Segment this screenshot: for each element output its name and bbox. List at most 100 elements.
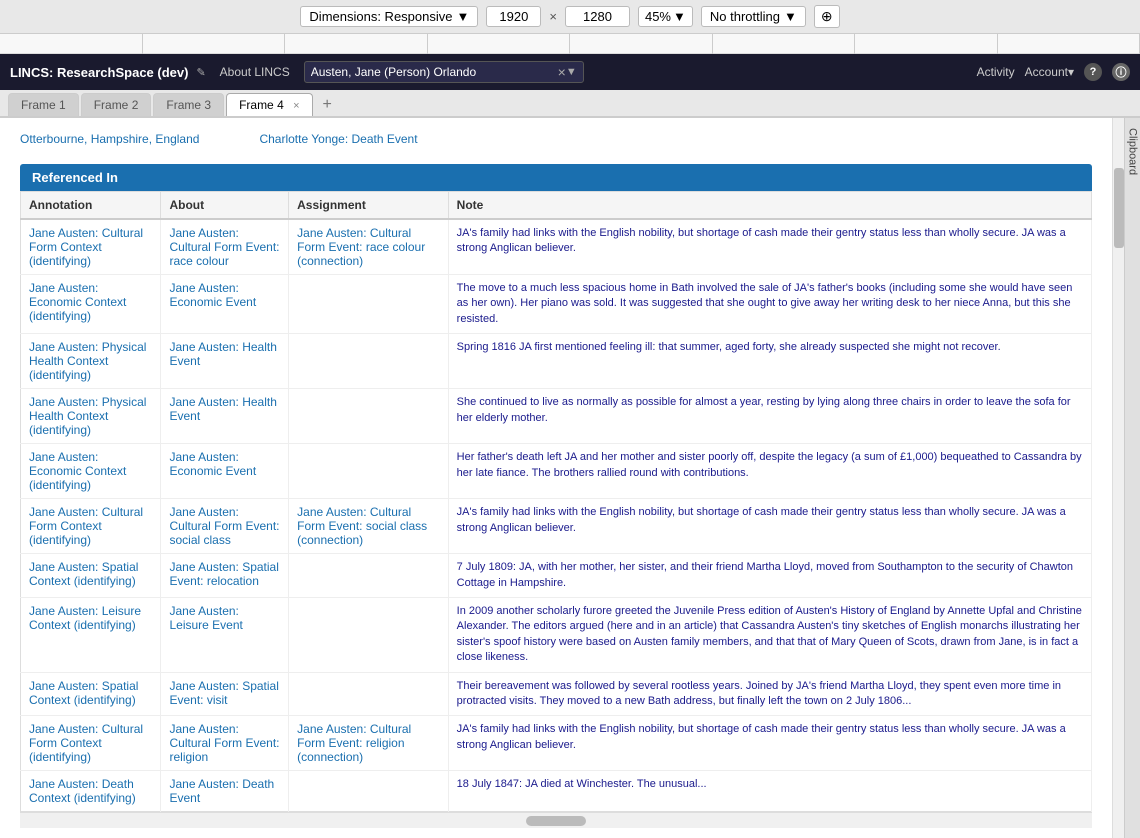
cell-link-annotation[interactable]: Jane Austen: Death Context (identifying)	[29, 777, 136, 805]
col-note: Note	[448, 192, 1091, 220]
main-content: Otterbourne, Hampshire, England Charlott…	[0, 118, 1140, 838]
cell-about: Jane Austen: Cultural Form Event: religi…	[161, 716, 289, 771]
table-row: Jane Austen: Leisure Context (identifyin…	[21, 597, 1092, 672]
width-input[interactable]	[486, 6, 541, 27]
tab-frame4[interactable]: Frame 4 ×	[226, 93, 312, 116]
tab-frame3[interactable]: Frame 3	[153, 93, 224, 116]
bottom-scrollbar[interactable]	[20, 812, 1092, 828]
dimensions-button[interactable]: Dimensions: Responsive ▼	[300, 6, 478, 27]
edit-icon[interactable]: ✎	[196, 66, 205, 79]
cell-note: Their bereavement was followed by severa…	[448, 672, 1091, 716]
cell-link-about[interactable]: Jane Austen: Leisure Event	[169, 604, 242, 632]
search-dropdown-icon[interactable]: ▼	[566, 66, 577, 78]
cell-note: Spring 1816 JA first mentioned feeling i…	[448, 334, 1091, 389]
cell-link-annotation[interactable]: Jane Austen: Spatial Context (identifyin…	[29, 560, 138, 588]
ruler-segment	[143, 34, 286, 54]
cell-annotation: Jane Austen: Leisure Context (identifyin…	[21, 597, 161, 672]
cell-assignment	[289, 444, 449, 499]
rotate-button[interactable]: ⊕	[814, 5, 840, 28]
add-tab-button[interactable]: +	[315, 94, 340, 116]
cell-link-about[interactable]: Jane Austen: Economic Event	[169, 450, 256, 478]
help-button[interactable]: ?	[1084, 63, 1102, 81]
cell-link-annotation[interactable]: Jane Austen: Physical Health Context (id…	[29, 340, 146, 382]
cell-note: 7 July 1809: JA, with her mother, her si…	[448, 554, 1091, 598]
table-row: Jane Austen: Cultural Form Context (iden…	[21, 499, 1092, 554]
right-scrollbar[interactable]	[1112, 118, 1124, 838]
cell-link-about[interactable]: Jane Austen: Health Event	[169, 340, 276, 368]
tab-frame1[interactable]: Frame 1	[8, 93, 79, 116]
table-row: Jane Austen: Cultural Form Context (iden…	[21, 219, 1092, 275]
cell-assignment	[289, 275, 449, 334]
referenced-in-table: Annotation About Assignment Note Jane Au…	[20, 191, 1092, 812]
cell-link-annotation[interactable]: Jane Austen: Spatial Context (identifyin…	[29, 679, 138, 707]
cell-link-about[interactable]: Jane Austen: Death Event	[169, 777, 274, 805]
cell-about: Jane Austen: Leisure Event	[161, 597, 289, 672]
zoom-arrow: ▼	[673, 9, 686, 24]
cross-icon: ×	[549, 9, 557, 24]
referenced-in-header: Referenced In	[20, 164, 1092, 191]
activity-button[interactable]: Activity	[977, 65, 1015, 79]
cell-link-assignment[interactable]: Jane Austen: Cultural Form Event: religi…	[297, 722, 411, 764]
location-link-2[interactable]: Charlotte Yonge: Death Event	[259, 132, 417, 146]
cell-annotation: Jane Austen: Physical Health Context (id…	[21, 389, 161, 444]
cell-link-about[interactable]: Jane Austen: Cultural Form Event: religi…	[169, 722, 279, 764]
top-toolbar: Dimensions: Responsive ▼ × 45% ▼ No thro…	[0, 0, 1140, 34]
cell-link-assignment[interactable]: Jane Austen: Cultural Form Event: social…	[297, 505, 427, 547]
tab-frame1-label: Frame 1	[21, 98, 66, 112]
cell-annotation: Jane Austen: Economic Context (identifyi…	[21, 444, 161, 499]
tab-frame2[interactable]: Frame 2	[81, 93, 152, 116]
cell-link-assignment[interactable]: Jane Austen: Cultural Form Event: race c…	[297, 226, 425, 268]
info-button[interactable]: ⓘ	[1112, 63, 1130, 81]
table-row: Jane Austen: Physical Health Context (id…	[21, 334, 1092, 389]
cell-link-about[interactable]: Jane Austen: Cultural Form Event: race c…	[169, 226, 279, 268]
nav-right: Activity Account▾ ? ⓘ	[977, 63, 1130, 81]
cell-note: The move to a much less spacious home in…	[448, 275, 1091, 334]
cell-link-annotation[interactable]: Jane Austen: Physical Health Context (id…	[29, 395, 146, 437]
cell-assignment: Jane Austen: Cultural Form Event: race c…	[289, 219, 449, 275]
cell-note: JA's family had links with the English n…	[448, 499, 1091, 554]
cell-link-annotation[interactable]: Jane Austen: Leisure Context (identifyin…	[29, 604, 141, 632]
table-row: Jane Austen: Death Context (identifying)…	[21, 771, 1092, 812]
ruler-segment	[998, 34, 1140, 54]
cell-annotation: Jane Austen: Spatial Context (identifyin…	[21, 672, 161, 716]
cell-link-about[interactable]: Jane Austen: Spatial Event: relocation	[169, 560, 278, 588]
cell-link-annotation[interactable]: Jane Austen: Economic Context (identifyi…	[29, 281, 126, 323]
zoom-button[interactable]: 45% ▼	[638, 6, 693, 27]
table-row: Jane Austen: Physical Health Context (id…	[21, 389, 1092, 444]
col-about: About	[161, 192, 289, 220]
table-row: Jane Austen: Cultural Form Context (iden…	[21, 716, 1092, 771]
cell-annotation: Jane Austen: Cultural Form Context (iden…	[21, 219, 161, 275]
clipboard-sidebar[interactable]: Clipboard	[1124, 118, 1140, 838]
account-button[interactable]: Account▾	[1025, 65, 1074, 79]
cell-assignment	[289, 334, 449, 389]
cell-link-annotation[interactable]: Jane Austen: Economic Context (identifyi…	[29, 450, 126, 492]
close-tab-icon[interactable]: ×	[293, 100, 299, 112]
app-logo: LINCS: ResearchSpace (dev)	[10, 65, 188, 80]
search-input[interactable]	[311, 65, 558, 79]
cell-about: Jane Austen: Economic Event	[161, 275, 289, 334]
cell-about: Jane Austen: Spatial Event: relocation	[161, 554, 289, 598]
cell-annotation: Jane Austen: Spatial Context (identifyin…	[21, 554, 161, 598]
clipboard-label: Clipboard	[1127, 128, 1139, 175]
table-row: Jane Austen: Spatial Context (identifyin…	[21, 554, 1092, 598]
content-area: Otterbourne, Hampshire, England Charlott…	[0, 118, 1112, 838]
cell-link-annotation[interactable]: Jane Austen: Cultural Form Context (iden…	[29, 226, 143, 268]
about-button[interactable]: About LINCS	[214, 63, 296, 81]
cell-note: JA's family had links with the English n…	[448, 716, 1091, 771]
cell-link-about[interactable]: Jane Austen: Cultural Form Event: social…	[169, 505, 279, 547]
cell-note: Her father's death left JA and her mothe…	[448, 444, 1091, 499]
cell-link-about[interactable]: Jane Austen: Health Event	[169, 395, 276, 423]
cell-assignment	[289, 389, 449, 444]
clear-search-button[interactable]: ×	[558, 64, 566, 80]
cell-link-about[interactable]: Jane Austen: Economic Event	[169, 281, 256, 309]
cell-link-about[interactable]: Jane Austen: Spatial Event: visit	[169, 679, 278, 707]
cell-link-annotation[interactable]: Jane Austen: Cultural Form Context (iden…	[29, 722, 143, 764]
cell-assignment	[289, 554, 449, 598]
height-input[interactable]	[565, 6, 630, 27]
cell-annotation: Jane Austen: Cultural Form Context (iden…	[21, 716, 161, 771]
location-link-1[interactable]: Otterbourne, Hampshire, England	[20, 132, 199, 146]
cell-link-annotation[interactable]: Jane Austen: Cultural Form Context (iden…	[29, 505, 143, 547]
cell-about: Jane Austen: Spatial Event: visit	[161, 672, 289, 716]
throttle-arrow: ▼	[784, 9, 797, 24]
throttle-button[interactable]: No throttling ▼	[701, 6, 806, 27]
